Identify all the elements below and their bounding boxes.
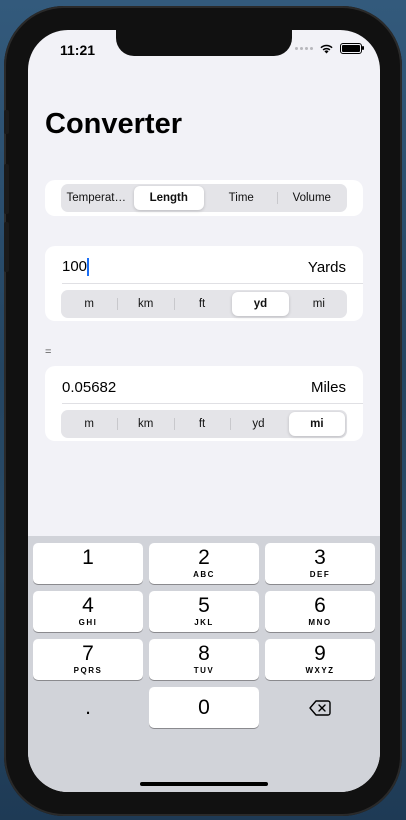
key-9[interactable]: 9 WXYZ [265, 639, 375, 680]
key-letters: MNO [308, 618, 332, 627]
volume-down-button [4, 222, 9, 272]
cellular-signal-icon [295, 47, 313, 50]
page-title: Converter [45, 108, 182, 140]
key-letters: PQRS [73, 666, 103, 675]
input-unit-km[interactable]: km [117, 290, 173, 318]
key-number: 6 [314, 594, 326, 617]
numeric-keypad: 1 2 ABC 3 DEF 4 GHI 5 JKL 6 MNO 7 PQRS 8 [28, 536, 380, 792]
key-6[interactable]: 6 MNO [265, 591, 375, 632]
input-unit-segmented-control: m km ft yd mi [61, 290, 347, 318]
divider [62, 283, 363, 284]
key-letters: TUV [193, 666, 215, 675]
key-4[interactable]: 4 GHI [33, 591, 143, 632]
output-unit-yd[interactable]: yd [230, 410, 286, 438]
output-unit-m[interactable]: m [61, 410, 117, 438]
key-letters: ABC [193, 570, 215, 579]
output-unit-mi[interactable]: mi [288, 412, 346, 436]
key-letters: JKL [194, 618, 214, 627]
key-number: 8 [198, 642, 210, 665]
equals-label: = [45, 346, 52, 358]
key-3[interactable]: 3 DEF [265, 543, 375, 584]
output-row: 0.05682 Miles [62, 376, 346, 398]
status-icons [295, 43, 364, 54]
key-number: 9 [314, 642, 326, 665]
status-time: 11:21 [60, 42, 96, 58]
key-1[interactable]: 1 [33, 543, 143, 584]
key-number: 2 [198, 546, 210, 569]
input-value: 100 [62, 257, 88, 275]
divider [62, 403, 363, 404]
tab-volume[interactable]: Volume [276, 184, 348, 212]
mute-switch [4, 110, 9, 134]
key-0[interactable]: 0 [149, 687, 259, 728]
notch [116, 30, 292, 56]
app-screen: 11:21 Converter Temperat… Length Time Vo… [28, 30, 380, 792]
battery-icon [340, 43, 364, 54]
input-card: 100 Yards m km ft yd mi [45, 246, 363, 321]
input-unit-mi[interactable]: mi [291, 290, 347, 318]
key-letters: DEF [309, 570, 331, 579]
key-8[interactable]: 8 TUV [149, 639, 259, 680]
input-unit-m[interactable]: m [61, 290, 117, 318]
tab-time[interactable]: Time [206, 184, 277, 212]
text-cursor [87, 258, 90, 277]
key-number: 5 [198, 594, 210, 617]
input-value-field[interactable]: 100 [62, 257, 90, 277]
home-indicator[interactable] [140, 782, 268, 786]
tab-temperature[interactable]: Temperat… [61, 184, 132, 212]
tab-length[interactable]: Length [133, 186, 204, 210]
input-unit-label: Yards [307, 258, 346, 276]
input-row[interactable]: 100 Yards [62, 256, 346, 278]
key-number: 3 [314, 546, 326, 569]
volume-up-button [4, 164, 9, 214]
output-card: 0.05682 Miles m km ft yd mi [45, 366, 363, 441]
key-number: 1 [82, 546, 94, 569]
category-segmented-control: Temperat… Length Time Volume [61, 184, 347, 212]
key-number: 4 [82, 594, 94, 617]
category-card: Temperat… Length Time Volume [45, 180, 363, 216]
output-value: 0.05682 [62, 378, 117, 396]
key-letters: WXYZ [305, 666, 335, 675]
key-number: 0 [198, 695, 210, 719]
key-number: . [85, 695, 91, 719]
output-unit-segmented-control: m km ft yd mi [61, 410, 347, 438]
key-letters: GHI [78, 618, 98, 627]
key-5[interactable]: 5 JKL [149, 591, 259, 632]
input-unit-ft[interactable]: ft [173, 290, 230, 318]
wifi-icon [320, 44, 333, 54]
input-unit-yd[interactable]: yd [232, 292, 289, 316]
output-unit-ft[interactable]: ft [173, 410, 230, 438]
backspace-key[interactable] [265, 687, 375, 728]
key-number: 7 [82, 642, 94, 665]
key-2[interactable]: 2 ABC [149, 543, 259, 584]
output-unit-label: Miles [310, 378, 346, 396]
key-7[interactable]: 7 PQRS [33, 639, 143, 680]
delete-backward-icon [309, 699, 331, 716]
output-unit-km[interactable]: km [117, 410, 173, 438]
key-decimal[interactable]: . [33, 687, 143, 728]
